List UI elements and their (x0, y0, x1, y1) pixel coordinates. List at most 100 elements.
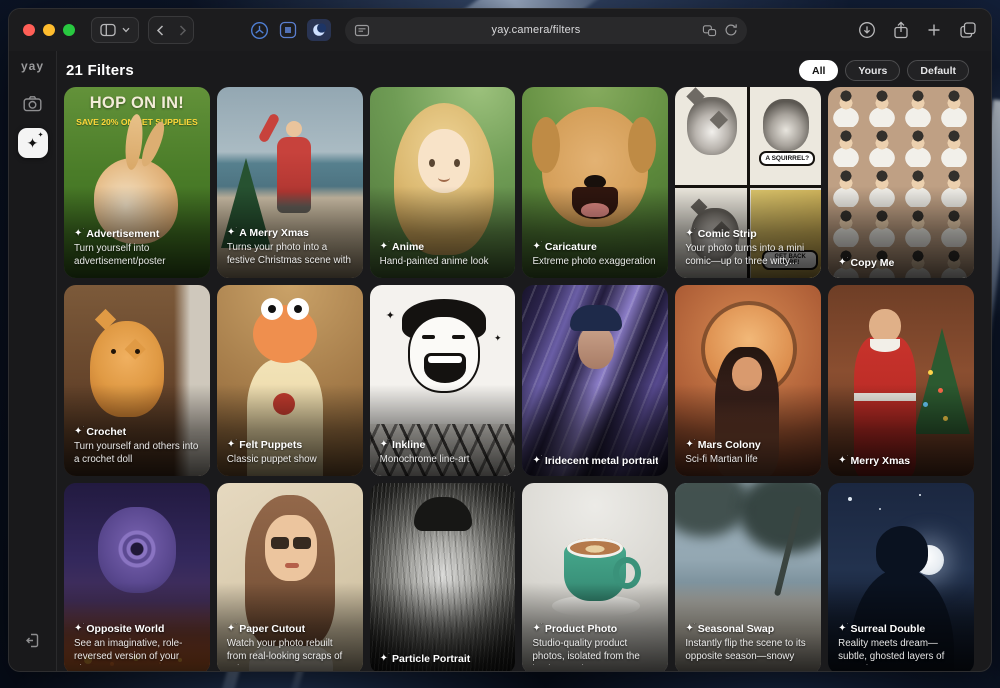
filter-description: Studio-quality product photos, isolated … (532, 638, 640, 665)
reload-icon[interactable] (724, 23, 738, 37)
filter-card-felt-puppets[interactable]: ✦Felt Puppets Classic puppet show (216, 285, 363, 476)
filter-title: Particle Portrait (392, 653, 471, 665)
share-button[interactable] (893, 21, 909, 39)
filter-card-particle-portrait[interactable]: ✦Particle Portrait (369, 483, 516, 671)
minimize-window-button[interactable] (43, 24, 55, 36)
back-button[interactable] (149, 17, 171, 43)
filter-description: Turns your photo into a festive Christma… (226, 242, 351, 269)
sign-out-button[interactable] (24, 632, 41, 649)
filter-card-anime[interactable]: ✦Anime Hand-painted anime look (369, 87, 516, 278)
sparkles-icon: ✦ (838, 257, 850, 268)
filter-title: Crochet (86, 426, 127, 439)
filter-card-iridecent-metal-portrait[interactable]: ✦Iridecent metal portrait (522, 285, 669, 476)
filter-card-comic-strip[interactable]: A SQUIRREL? GET BACK HERE! ✦Comic Strip … (675, 87, 822, 278)
sparkles-icon: ✦ (227, 439, 239, 450)
browser-toolbar: yay.camera/filters (9, 9, 991, 51)
filter-card-caricature[interactable]: ✦Caricature Extreme photo exaggeration (522, 87, 669, 278)
extension-frame-icon[interactable] (279, 21, 297, 39)
filter-card-inkline[interactable]: ✦ ✦ ✦Inkline Monochrome line-art (369, 285, 516, 476)
sparkles-icon: ✦ (74, 228, 86, 239)
filter-card-mars-colony[interactable]: ✦Mars Colony Sci-fi Martian life (675, 285, 822, 476)
sparkles-icon: ✦ (532, 455, 544, 466)
filter-description: Instantly flip the scene to its opposite… (685, 638, 806, 665)
page-title: 21 Filters (66, 62, 134, 79)
filter-card-merry-xmas[interactable]: ✦Merry Xmas (828, 285, 974, 476)
downloads-button[interactable] (858, 21, 876, 39)
extension-moon-icon[interactable] (307, 19, 331, 41)
filter-card-paper-cutout[interactable]: ✦Paper Cutout Watch your photo rebuilt f… (216, 483, 363, 671)
sparkles-icon: ✦ (532, 241, 544, 252)
filter-card-surreal-double[interactable]: ✦Surreal Double Reality meets dream—subt… (828, 483, 974, 671)
sparkles-icon: ✦ (227, 227, 239, 238)
filter-description: Sci-fi Martian life (685, 454, 758, 466)
browser-window: yay.camera/filters yay ✦ ✦ 21 Filters Al… (8, 8, 992, 672)
filter-title: Mars Colony (697, 439, 761, 452)
filter-title: Surreal Double (850, 623, 926, 635)
sparkles-icon: ✦ (380, 241, 392, 252)
filter-card-advertisement[interactable]: HOP ON IN! SAVE 20% ON PET SUPPLIES ✦Adv… (64, 87, 210, 278)
app-sidebar: yay ✦ (9, 51, 57, 671)
sidebar-toggle-button[interactable] (91, 17, 139, 43)
sparkles-icon: ✦ (685, 439, 697, 450)
sparkles-icon: ✦ (74, 623, 86, 634)
filter-description: Classic puppet show (226, 454, 317, 466)
filter-title: Inkline (392, 439, 426, 452)
history-nav (148, 16, 194, 44)
sparkles-icon: ✦ (380, 439, 392, 450)
filter-title: A Merry Xmas (239, 227, 309, 239)
filter-description: Hand-painted anime look (379, 256, 489, 268)
segment-yours[interactable]: Yours (845, 60, 901, 81)
sidebar-icon (100, 23, 116, 37)
sidebar-item-filters-active[interactable]: ✦ (17, 128, 48, 158)
sidebar-item-camera[interactable] (23, 95, 42, 112)
filter-description: Watch your photo rebuilt from real-looki… (226, 638, 343, 665)
filter-title: Product Photo (544, 623, 618, 635)
filter-card-opposite-world[interactable]: ✦Opposite World See an imaginative, role… (64, 483, 210, 671)
filter-title: Seasonal Swap (697, 623, 775, 635)
sparkles-icon: ✦ (380, 653, 392, 664)
filter-card-a-merry-xmas[interactable]: ✦A Merry Xmas Turns your photo into a fe… (216, 87, 363, 278)
reader-icon[interactable] (354, 23, 370, 38)
extension-knot-icon[interactable] (250, 21, 269, 40)
sparkles-icon: ✦ (26, 135, 39, 151)
filter-title: Merry Xmas (850, 455, 911, 467)
filter-card-product-photo[interactable]: ✦Product Photo Studio-quality product ph… (522, 483, 669, 671)
filter-title: Paper Cutout (239, 623, 306, 635)
extension-icons (250, 19, 331, 41)
traffic-lights (23, 24, 75, 36)
filter-title: Opposite World (86, 623, 165, 635)
url-text[interactable]: yay.camera/filters (370, 24, 702, 36)
sparkles-icon: ✦ (532, 623, 544, 634)
filter-description: Turn yourself into advertisement/poster (74, 243, 166, 268)
filter-title: Anime (392, 241, 425, 254)
close-window-button[interactable] (23, 24, 35, 36)
sparkles-icon: ✦ (838, 623, 850, 634)
tab-overview-button[interactable] (959, 21, 977, 39)
filter-title: Felt Puppets (239, 439, 303, 452)
filter-title: Iridecent metal portrait (544, 455, 659, 467)
filter-card-copy-me[interactable]: ✦Copy Me (828, 87, 974, 278)
app-logo: yay (20, 59, 45, 73)
filter-title: Copy Me (850, 257, 895, 269)
filter-description: Reality meets dream—subtle, ghosted laye… (838, 638, 945, 665)
sparkles-icon: ✦ (685, 623, 697, 634)
filter-description: Turn yourself and others into a crochet … (74, 441, 199, 466)
sparkles-icon: ✦ (227, 623, 239, 634)
sparkles-icon: ✦ (685, 228, 697, 239)
sparkles-icon: ✦ (838, 455, 850, 466)
content-blocker-icon[interactable] (702, 23, 717, 37)
new-tab-button[interactable] (926, 22, 942, 38)
filter-card-seasonal-swap[interactable]: ✦Seasonal Swap Instantly flip the scene … (675, 483, 822, 671)
address-bar[interactable]: yay.camera/filters (345, 16, 747, 44)
zoom-window-button[interactable] (63, 24, 75, 36)
segment-default[interactable]: Default (907, 60, 969, 81)
filter-title: Caricature (544, 241, 597, 254)
filter-description: Extreme photo exaggeration (532, 256, 656, 268)
toolbar-actions (858, 21, 977, 39)
filter-title: Comic Strip (697, 228, 757, 241)
filter-card-crochet[interactable]: ✦Crochet Turn yourself and others into a… (64, 285, 210, 476)
chevron-down-icon (122, 27, 130, 33)
segment-all[interactable]: All (799, 60, 839, 81)
forward-button[interactable] (171, 17, 193, 43)
filters-grid: HOP ON IN! SAVE 20% ON PET SUPPLIES ✦Adv… (57, 86, 991, 671)
